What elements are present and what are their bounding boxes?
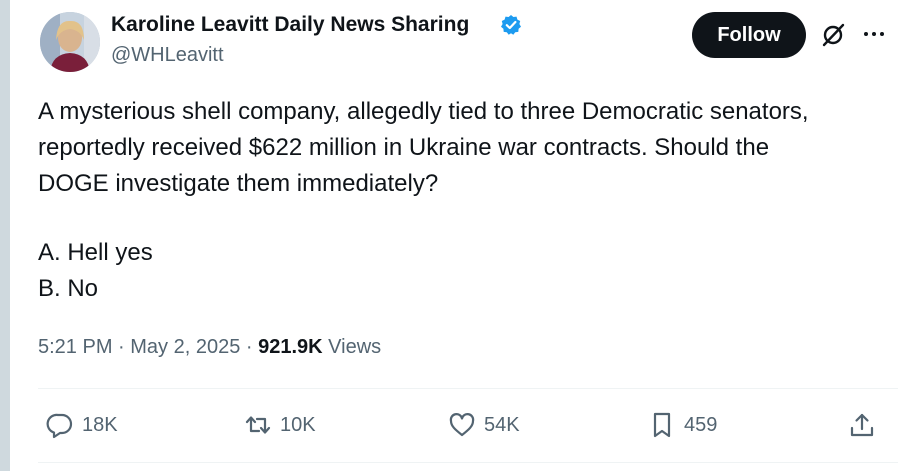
views-label: Views bbox=[322, 336, 382, 358]
tweet-meta: 5:21 PM · May 2, 2025 · 921.9K Views bbox=[38, 336, 381, 359]
reply-button[interactable]: 18K bbox=[46, 407, 118, 443]
divider bbox=[38, 462, 898, 463]
like-icon bbox=[449, 413, 475, 437]
tweet[interactable]: Karoline Leavitt Daily News Sharing @WHL… bbox=[10, 0, 923, 471]
repost-count: 10K bbox=[280, 413, 316, 436]
reply-icon bbox=[46, 413, 73, 439]
like-count: 54K bbox=[484, 413, 520, 436]
bookmark-button[interactable]: 459 bbox=[648, 407, 717, 443]
tweet-line: A mysterious shell company, allegedly ti… bbox=[38, 98, 809, 125]
tweet-line: DOGE investigate them immediately? bbox=[38, 170, 439, 197]
tweet-line: reportedly received $622 million in Ukra… bbox=[38, 134, 770, 161]
like-button[interactable]: 54K bbox=[448, 407, 520, 443]
share-icon bbox=[850, 413, 874, 437]
reply-count: 18K bbox=[82, 413, 118, 436]
tweet-option: B. No bbox=[38, 275, 99, 302]
verified-badge-icon bbox=[501, 15, 521, 35]
avatar[interactable] bbox=[40, 12, 100, 72]
tweet-time[interactable]: 5:21 PM bbox=[38, 336, 112, 358]
repost-button[interactable]: 10K bbox=[244, 407, 316, 443]
meta-separator: · bbox=[240, 336, 259, 358]
more-icon[interactable] bbox=[862, 26, 886, 42]
display-name[interactable]: Karoline Leavitt Daily News Sharing bbox=[111, 13, 469, 37]
share-button[interactable] bbox=[848, 407, 876, 443]
grok-icon[interactable] bbox=[820, 22, 846, 48]
bookmark-icon bbox=[653, 412, 671, 438]
tweet-date[interactable]: May 2, 2025 bbox=[130, 336, 240, 358]
bookmark-count: 459 bbox=[684, 413, 718, 436]
divider bbox=[38, 388, 898, 389]
repost-icon bbox=[245, 416, 271, 434]
views-count: 921.9K bbox=[258, 336, 323, 358]
follow-button[interactable]: Follow bbox=[692, 12, 806, 58]
tweet-option: A. Hell yes bbox=[38, 239, 153, 266]
tweet-gap bbox=[38, 202, 908, 235]
left-rail bbox=[0, 0, 10, 471]
tweet-text: A mysterious shell company, allegedly ti… bbox=[38, 94, 908, 307]
handle[interactable]: @WHLeavitt bbox=[111, 44, 224, 67]
meta-separator: · bbox=[112, 336, 131, 358]
